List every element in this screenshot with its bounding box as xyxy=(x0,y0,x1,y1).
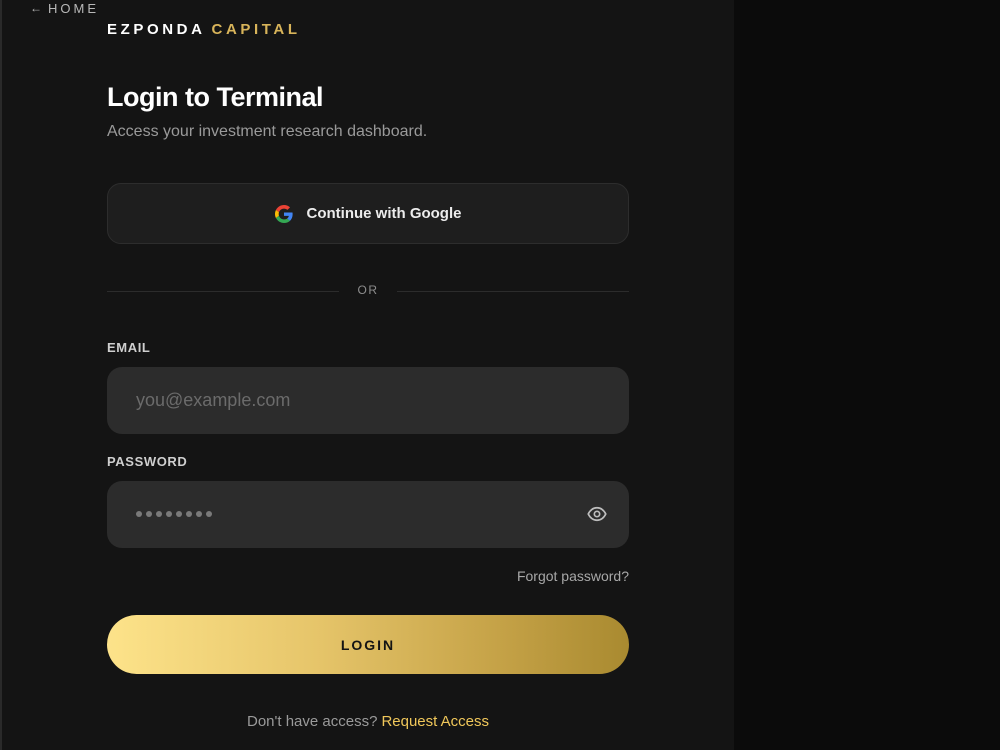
toggle-password-visibility[interactable] xyxy=(585,502,609,526)
password-field-container xyxy=(107,481,629,548)
right-background xyxy=(734,0,1000,750)
divider-text: OR xyxy=(357,283,379,297)
page-title: Login to Terminal xyxy=(107,82,324,112)
google-g-icon xyxy=(274,204,293,223)
google-signin-label: Continue with Google xyxy=(306,205,462,222)
email-field-container xyxy=(107,367,629,434)
access-footer: Don't have access? Request Access xyxy=(107,713,629,730)
email-field[interactable] xyxy=(107,367,629,434)
forgot-password-link[interactable]: Forgot password? xyxy=(459,568,629,584)
password-label: PASSWORD xyxy=(107,454,188,469)
google-signin-button[interactable]: Continue with Google xyxy=(107,183,629,244)
page-subtitle: Access your investment research dashboar… xyxy=(107,123,428,140)
or-divider: OR xyxy=(107,282,629,300)
home-link[interactable]: ← HOME xyxy=(30,0,99,16)
login-button-label: LOGIN xyxy=(340,636,396,653)
back-arrow-icon: ← xyxy=(30,1,42,15)
eye-icon xyxy=(587,506,607,522)
password-field[interactable] xyxy=(107,481,629,548)
brand-name-accent: CAPITAL xyxy=(211,21,301,38)
brand-logo: EZPONDA CAPITAL xyxy=(107,21,301,38)
access-prompt: Don't have access? xyxy=(247,713,378,730)
home-label: HOME xyxy=(48,0,99,16)
login-button[interactable]: LOGIN xyxy=(107,615,629,674)
divider-line-right xyxy=(397,291,629,292)
request-access-link[interactable]: Request Access xyxy=(381,713,489,730)
brand-name-primary: EZPONDA xyxy=(107,21,206,38)
divider-line-left xyxy=(107,291,339,292)
email-label: EMAIL xyxy=(107,340,151,355)
